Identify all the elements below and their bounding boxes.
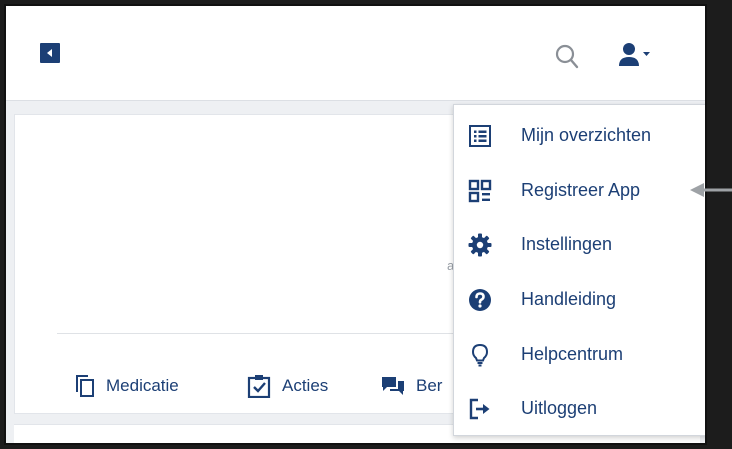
menu-item-uitloggen[interactable]: Uitloggen (454, 382, 705, 436)
gear-icon (468, 233, 492, 257)
menu-item-label: Uitloggen (521, 398, 598, 418)
menu-item-handleiding[interactable]: Handleiding (454, 273, 705, 327)
menu-item-label: Instellingen (521, 234, 613, 254)
menu-item-instellingen[interactable]: Instellingen (454, 218, 705, 272)
tab-label: Ber (416, 376, 443, 395)
user-menu-button[interactable] (618, 42, 652, 68)
chat-icon (382, 377, 404, 395)
tab-label: Medicatie (106, 376, 179, 395)
menu-item-helpcentrum[interactable]: Helpcentrum (454, 328, 705, 382)
menu-item-label: Helpcentrum (521, 344, 624, 364)
user-dropdown-menu: Mijn overzichten Registreer App Instelli… (453, 104, 705, 436)
search-icon (555, 44, 579, 69)
tab-berichten[interactable]: Ber (381, 373, 442, 399)
logout-icon (469, 398, 490, 420)
lightbulb-icon (471, 343, 489, 367)
tab-acties[interactable]: Acties (247, 373, 328, 399)
top-bar (6, 6, 705, 101)
user-dropdown-icon (619, 43, 650, 66)
menu-item-registreer-app[interactable]: Registreer App (454, 164, 705, 218)
tab-medicatie[interactable]: Medicatie (75, 373, 179, 399)
list-icon (469, 125, 491, 147)
menu-item-label: Mijn overzichten (521, 125, 652, 145)
menu-item-mijn-overzichten[interactable]: Mijn overzichten (454, 109, 705, 163)
menu-item-label: Registreer App (521, 180, 641, 200)
copy-icon (76, 375, 94, 397)
pointer-arrow-icon (690, 183, 732, 197)
app-window: a Medicatie Acties Ber Mijn overzichten … (4, 4, 707, 445)
search-button[interactable] (554, 42, 580, 70)
checklist-icon (247, 375, 271, 398)
qr-code-icon (468, 179, 492, 203)
help-icon (469, 289, 491, 311)
tab-label: Acties (282, 376, 329, 395)
menu-item-label: Handleiding (521, 289, 617, 309)
sidebar-toggle-button[interactable] (40, 43, 60, 63)
collapse-left-icon (47, 49, 52, 57)
